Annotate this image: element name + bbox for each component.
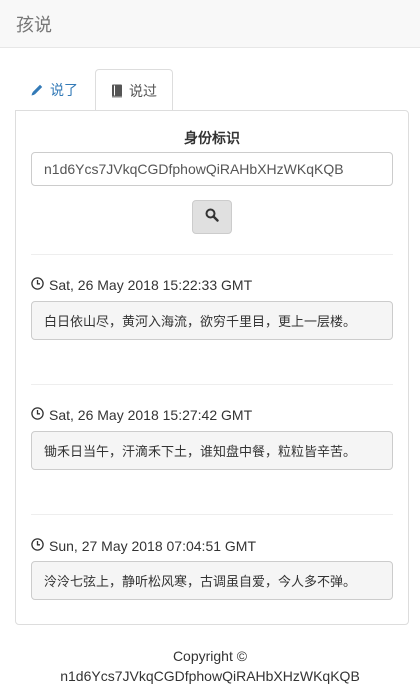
entry-message: 泠泠七弦上，静听松风寒，古调虽自爱，今人多不弹。 (31, 561, 393, 600)
tab-said[interactable]: 说了 (15, 69, 93, 111)
copyright-text: Copyright © (172, 648, 248, 664)
entry-time-text: Sat, 26 May 2018 15:27:42 GMT (49, 407, 253, 423)
entry-message: 锄禾日当午，汗滴禾下土，谁知盘中餐，粒粒皆辛苦。 (31, 431, 393, 470)
divider (31, 254, 393, 255)
entry-timestamp: Sun, 27 May 2018 07:04:51 GMT (31, 538, 256, 554)
divider (31, 514, 393, 515)
entry-message: 白日依山尽，黄河入海流，欲穷千里目，更上一层楼。 (31, 301, 393, 340)
identity-input[interactable] (31, 152, 393, 186)
clock-icon (31, 277, 44, 293)
clock-icon (31, 538, 44, 554)
entry-timestamp: Sat, 26 May 2018 15:27:42 GMT (31, 407, 252, 423)
entry-timestamp: Sat, 26 May 2018 15:22:33 GMT (31, 277, 252, 293)
tab-bar: 说了 说过 (15, 69, 409, 112)
footer: Copyright © n1d6Ycs7JVkqCGDfphowQiRAHbXH… (0, 646, 420, 686)
pencil-icon (30, 83, 44, 97)
clock-icon (31, 407, 44, 423)
tab-told[interactable]: 说过 (95, 69, 173, 112)
search-icon (205, 208, 219, 227)
identity-label: 身份标识 (184, 130, 240, 146)
search-button[interactable] (192, 200, 232, 234)
book-icon (111, 84, 123, 98)
tab-told-label: 说过 (129, 83, 157, 99)
divider (31, 384, 393, 385)
navbar: 孩说 (0, 0, 420, 48)
copyright-owner: n1d6Ycs7JVkqCGDfphowQiRAHbXHzWKqKQB (60, 668, 360, 684)
brand-title[interactable]: 孩说 (16, 11, 52, 37)
tab-said-label: 说了 (50, 82, 78, 98)
entry-time-text: Sun, 27 May 2018 07:04:51 GMT (49, 538, 257, 554)
tab-panel: 身份标识 Sat, 26 May 2018 15:22:33 GMT 白日依山尽… (15, 110, 409, 625)
entry-time-text: Sat, 26 May 2018 15:22:33 GMT (49, 277, 253, 293)
